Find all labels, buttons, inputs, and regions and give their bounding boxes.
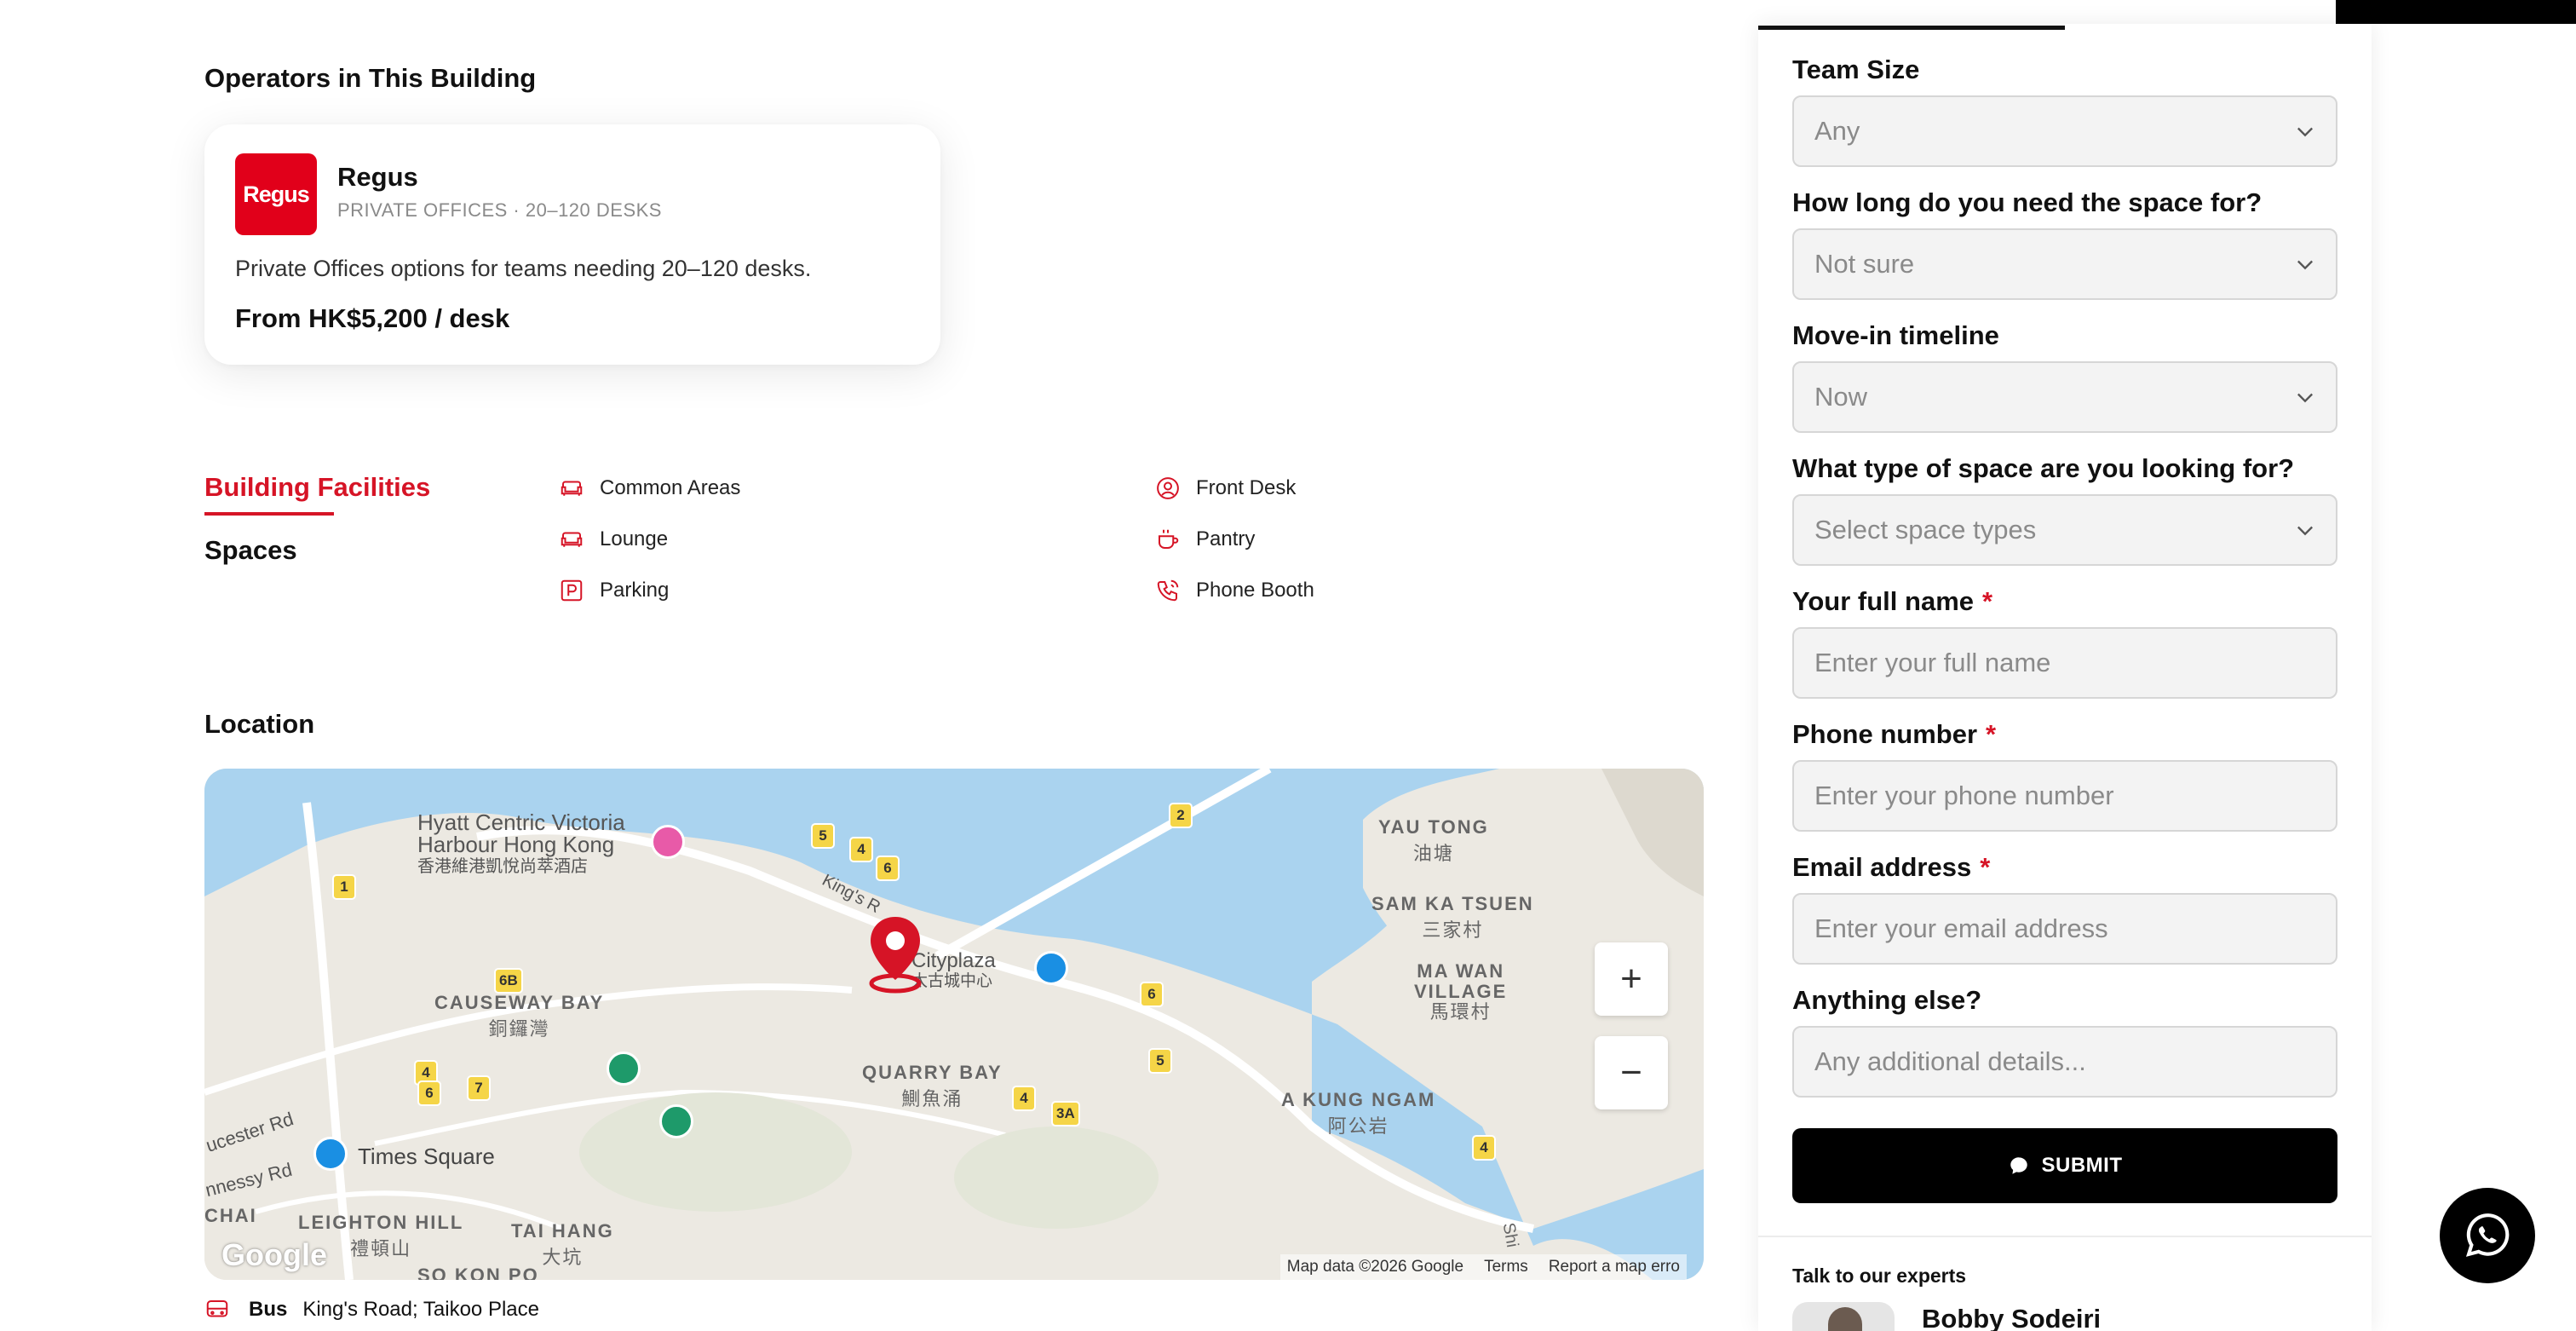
facility-pantry: Pantry [1155, 527, 1255, 552]
map-label-so-kon-po: SO KON PO [417, 1265, 539, 1280]
full-name-input[interactable]: Enter your full name [1792, 627, 2337, 699]
map-terms-link[interactable]: Terms [1484, 1258, 1528, 1276]
parking-icon [561, 579, 583, 602]
panel-tab-indicator [1758, 26, 2065, 30]
active-tab-underline [204, 512, 334, 516]
regus-logo: Regus [235, 153, 317, 235]
park-poi-icon[interactable] [607, 1052, 641, 1086]
route-badge: 4 [1472, 1135, 1496, 1161]
phone-input[interactable]: Enter your phone number [1792, 760, 2337, 832]
tab-building-facilities[interactable]: Building Facilities [204, 472, 430, 503]
space-type-select[interactable]: Select space types [1792, 494, 2337, 566]
map-label-chai: CHAI [204, 1205, 257, 1226]
coffee-icon [1159, 529, 1179, 549]
sofa-icon [561, 532, 583, 547]
zoom-out-button[interactable]: − [1595, 1036, 1668, 1109]
phone-icon [1157, 579, 1179, 602]
team-size-label: Team Size [1792, 55, 1920, 84]
map-label-hyatt: Hyatt Centric Victoria Harbour Hong Kong… [417, 810, 625, 876]
avatar [1792, 1302, 1895, 1331]
map-attribution: Map data ©2026 Google Terms Report a map… [1279, 1254, 1687, 1280]
talk-to-experts-title: Talk to our experts [1792, 1265, 1967, 1287]
bus-label: Bus [249, 1298, 288, 1321]
facility-parking: Parking [559, 578, 669, 603]
sofa-icon [561, 481, 583, 496]
operator-description: Private Offices options for teams needin… [235, 256, 812, 281]
map-data-credit: Map data ©2026 Google [1286, 1258, 1464, 1276]
route-badge: 4 [849, 837, 873, 862]
route-badge: 6 [876, 856, 900, 881]
whatsapp-icon [2465, 1213, 2510, 1257]
shopping-poi-icon[interactable] [1034, 951, 1068, 985]
park-poi-icon[interactable] [659, 1104, 693, 1138]
map-label-yau-tong: YAU TONG 油塘 [1378, 816, 1489, 864]
google-logo: Google [221, 1237, 327, 1272]
location-pin-icon[interactable] [865, 913, 925, 995]
phone-label: Phone number * [1792, 719, 1997, 749]
space-type-label: What type of space are you looking for? [1792, 453, 2295, 483]
map-label-sam-ka-tsuen: SAM KA TSUEN 三家村 [1371, 893, 1534, 941]
facility-lounge: Lounge [559, 527, 668, 552]
chevron-down-icon [2297, 127, 2313, 137]
report-map-error-link[interactable]: Report a map erro [1549, 1258, 1680, 1276]
duration-select[interactable]: Not sure [1792, 228, 2337, 300]
move-in-label: Move-in timeline [1792, 320, 1999, 350]
route-badge: 1 [332, 874, 356, 900]
chevron-down-icon [2297, 526, 2313, 536]
route-badge: 3A [1051, 1101, 1080, 1126]
route-badge: 6 [1140, 982, 1164, 1007]
bus-stops: King's Road; Taikoo Place [302, 1298, 539, 1321]
chat-bubble-icon [2010, 1157, 2027, 1174]
location-title: Location [204, 709, 315, 739]
operator-price: From HK$5,200 / desk [235, 303, 510, 333]
facility-phone-booth: Phone Booth [1155, 578, 1314, 603]
route-badge: 5 [811, 823, 835, 849]
operator-name: Regus [337, 162, 418, 192]
person-icon [1157, 477, 1179, 499]
zoom-in-button[interactable]: + [1595, 942, 1668, 1016]
map-label-shi: Shi [1498, 1221, 1522, 1249]
top-bar-accent [2336, 0, 2576, 24]
panel-divider [1758, 1236, 2372, 1237]
full-name-label: Your full name * [1792, 586, 1993, 616]
additional-details-textarea[interactable]: Any additional details... [1792, 1026, 2337, 1098]
chevron-down-icon [2297, 260, 2313, 270]
map-label-causeway: CAUSEWAY BAY 銅鑼灣 [434, 992, 605, 1040]
map-label-tai-hang: TAI HANG 大坑 [511, 1220, 614, 1268]
bus-info: Bus King's Road; Taikoo Place [204, 1297, 539, 1322]
map-label-ma-wan: MA WAN VILLAGE 馬環村 [1414, 960, 1508, 1023]
bus-icon [206, 1300, 228, 1317]
team-size-select[interactable]: Any [1792, 95, 2337, 167]
location-map[interactable]: Hyatt Centric Victoria Harbour Hong Kong… [204, 769, 1704, 1280]
whatsapp-button[interactable] [2440, 1188, 2535, 1283]
move-in-select[interactable]: Now [1792, 361, 2337, 433]
route-badge: 6 [417, 1080, 441, 1106]
shopping-poi-icon[interactable] [313, 1137, 348, 1171]
map-label-times-square: Times Square [358, 1144, 495, 1169]
hotel-poi-icon[interactable] [651, 825, 685, 859]
expert-name: Bobby Sodeiri [1922, 1304, 2102, 1331]
anything-else-label: Anything else? [1792, 985, 1982, 1015]
email-label: Email address * [1792, 852, 1991, 882]
operator-meta: PRIVATE OFFICES · 20–120 DESKS [337, 199, 662, 221]
email-input[interactable]: Enter your email address [1792, 893, 2337, 965]
route-badge: 6B [494, 968, 523, 994]
operators-title: Operators in This Building [204, 63, 537, 93]
route-badge: 4 [1012, 1086, 1036, 1111]
tab-spaces[interactable]: Spaces [204, 535, 297, 566]
duration-label: How long do you need the space for? [1792, 187, 2263, 217]
map-label-quarry-bay: QUARRY BAY 鰂魚涌 [862, 1062, 1003, 1109]
route-badge: 2 [1169, 803, 1193, 828]
route-badge: 5 [1148, 1048, 1172, 1074]
submit-button[interactable]: SUBMIT [1792, 1128, 2337, 1203]
map-label-a-kung-ngam: A KUNG NGAM 阿公岩 [1281, 1089, 1436, 1137]
route-badge: 7 [467, 1075, 491, 1101]
chevron-down-icon [2297, 393, 2313, 403]
facility-common-areas: Common Areas [559, 475, 740, 501]
operator-card[interactable]: Regus Regus PRIVATE OFFICES · 20–120 DES… [204, 124, 940, 365]
facility-front-desk: Front Desk [1155, 475, 1296, 501]
